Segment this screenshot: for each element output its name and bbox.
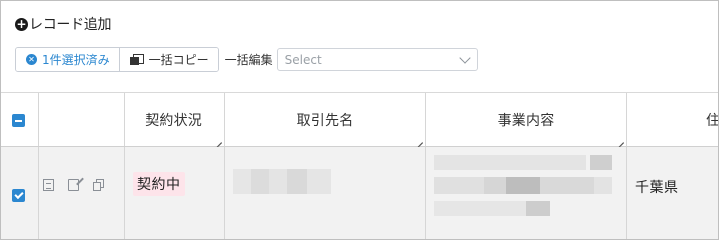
record-list-panel: + レコード追加 ✕ 1件選択済み 一括コピー 一括編集 Select 契約状況… (0, 0, 719, 240)
column-header-label: 取引先名 (296, 113, 354, 129)
bulk-toolbar: ✕ 1件選択済み 一括コピー 一括編集 Select (15, 47, 478, 72)
column-header-address[interactable]: 住 (627, 93, 718, 146)
contract-status-cell[interactable]: 契約中 (125, 147, 225, 239)
close-circle-icon: ✕ (26, 54, 37, 65)
column-header-contract-status[interactable]: 契約状況 (125, 93, 225, 146)
column-resize-handle[interactable] (215, 136, 222, 143)
bulk-edit-select[interactable]: Select (276, 48, 478, 71)
business-description-cell[interactable] (426, 147, 627, 239)
plus-circle-icon: + (15, 17, 28, 31)
column-header-label: 事業内容 (497, 113, 555, 129)
status-badge: 契約中 (133, 172, 185, 196)
chevron-down-icon (459, 51, 471, 64)
column-header-label: 契約状況 (145, 113, 202, 129)
prefecture-text: 千葉県 (635, 180, 679, 196)
records-table: 契約状況 取引先名 事業内容 住 契約中 千葉県 (1, 92, 718, 239)
column-resize-handle[interactable] (416, 136, 423, 143)
clear-selection-button[interactable]: ✕ 1件選択済み (16, 48, 119, 71)
column-header-label: 住 (706, 113, 719, 129)
select-all-checkbox[interactable] (12, 114, 25, 127)
row-checkbox[interactable] (12, 189, 25, 202)
row-select-cell (1, 147, 39, 239)
document-icon[interactable] (43, 179, 54, 191)
add-record-button[interactable]: + レコード追加 (15, 13, 112, 35)
column-resize-handle[interactable] (617, 136, 624, 143)
bulk-edit-label: 一括編集 (224, 53, 273, 67)
bulk-copy-label: 一括コピー (148, 53, 209, 67)
selection-button-group: ✕ 1件選択済み 一括コピー (15, 47, 219, 72)
duplicate-icon[interactable] (93, 179, 104, 191)
row-actions-cell (39, 147, 125, 239)
client-name-cell[interactable] (225, 147, 426, 239)
actions-header-cell (39, 93, 125, 146)
bulk-copy-button[interactable]: 一括コピー (118, 48, 218, 71)
table-header-row: 契約状況 取引先名 事業内容 住 (1, 93, 718, 147)
edit-icon[interactable] (68, 179, 79, 191)
select-all-cell (1, 93, 39, 146)
table-row[interactable]: 契約中 千葉県 (1, 147, 718, 239)
bulk-edit-placeholder: Select (284, 52, 322, 67)
row-action-icons (43, 179, 104, 191)
copy-icon (129, 53, 144, 66)
column-header-business[interactable]: 事業内容 (426, 93, 627, 146)
selected-count-label: 1件選択済み (42, 53, 110, 67)
column-header-client-name[interactable]: 取引先名 (225, 93, 426, 146)
address-cell[interactable]: 千葉県 (627, 147, 718, 239)
add-record-label: レコード追加 (29, 17, 112, 33)
